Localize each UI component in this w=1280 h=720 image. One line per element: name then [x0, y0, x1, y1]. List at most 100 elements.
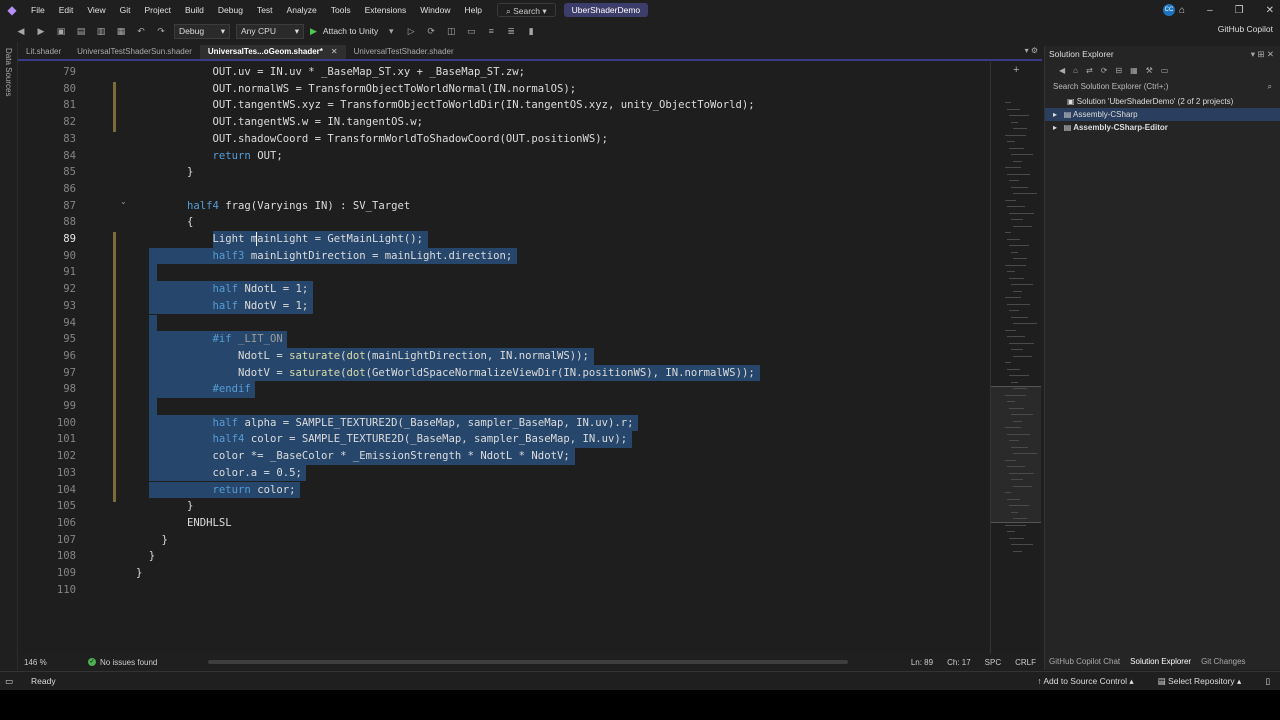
- menu-build[interactable]: Build: [178, 0, 211, 20]
- code-line[interactable]: 90 half3 mainLightDirection = mainLight.…: [18, 248, 988, 265]
- visual-studio-logo-icon[interactable]: ◆: [0, 0, 24, 20]
- code-text[interactable]: #if _LIT_ON: [136, 331, 283, 348]
- expand-icon[interactable]: +: [1013, 64, 1019, 76]
- code-text[interactable]: half4 frag(Varyings IN) : SV_Target: [136, 198, 410, 215]
- code-text[interactable]: OUT.normalWS = TransformObjectToWorldNor…: [136, 81, 577, 98]
- tab-universal-test-shader[interactable]: UniversalTestShader.shader: [346, 45, 462, 59]
- forward-icon[interactable]: ▶: [34, 24, 48, 38]
- select-repository-button[interactable]: ▤ Select Repository ▴: [1158, 676, 1242, 687]
- expand-chevron-icon[interactable]: ▸: [1053, 123, 1059, 132]
- expand-chevron-icon[interactable]: ▸: [1053, 110, 1059, 119]
- code-line[interactable]: 91: [18, 264, 988, 281]
- code-text[interactable]: half NdotL = 1;: [136, 281, 309, 298]
- code-text[interactable]: OUT.tangentWS.xyz = TransformObjectToWor…: [136, 97, 755, 114]
- code-line[interactable]: 79 OUT.uv = IN.uv * _BaseMap_ST.xy + _Ba…: [18, 64, 988, 81]
- collapse-all-icon[interactable]: ⊟: [1115, 66, 1122, 75]
- code-text[interactable]: #endif: [136, 381, 251, 398]
- code-line[interactable]: 107 }: [18, 532, 988, 549]
- user-avatar[interactable]: CC: [1163, 4, 1175, 16]
- menu-git[interactable]: Git: [113, 0, 138, 20]
- code-line[interactable]: 96 NdotL = saturate(dot(mainLightDirecti…: [18, 348, 988, 365]
- solution-search-input[interactable]: Search Solution Explorer (Ctrl+;) ⌕: [1049, 80, 1276, 93]
- properties-icon[interactable]: ⚒: [1146, 66, 1153, 75]
- code-text[interactable]: NdotL = saturate(dot(mainLightDirection,…: [136, 348, 589, 365]
- menu-debug[interactable]: Debug: [211, 0, 250, 20]
- configuration-select[interactable]: Debug ▾: [174, 23, 230, 39]
- code-text[interactable]: return OUT;: [136, 148, 283, 165]
- code-line[interactable]: 100 half alpha = SAMPLE_TEXTURE2D(_BaseM…: [18, 415, 988, 432]
- search-button[interactable]: ⌕ Search ▾: [496, 3, 556, 17]
- code-text[interactable]: OUT.shadowCoord = TransformWorldToShadow…: [136, 131, 608, 148]
- close-icon[interactable]: ✕: [331, 47, 338, 56]
- code-line[interactable]: 106 ENDHLSL: [18, 515, 988, 532]
- code-text[interactable]: Light mainLight = GetMainLight();: [136, 231, 423, 248]
- minimap-scrollbar[interactable]: +: [990, 62, 1041, 654]
- minimize-icon[interactable]: –: [1207, 5, 1213, 16]
- menu-view[interactable]: View: [80, 0, 112, 20]
- menu-project[interactable]: Project: [138, 0, 178, 20]
- add-to-source-control-button[interactable]: ↑ Add to Source Control ▴: [1037, 676, 1133, 687]
- tab-solution-explorer[interactable]: Solution Explorer: [1130, 657, 1191, 666]
- code-text[interactable]: half NdotV = 1;: [136, 298, 309, 315]
- code-line[interactable]: 102 color *= _BaseColor * _EmissionStren…: [18, 448, 988, 465]
- char-number-status[interactable]: Ch: 17: [947, 658, 971, 667]
- bookmark-icon[interactable]: ▮: [524, 24, 538, 38]
- play-icon[interactable]: ▶: [310, 26, 317, 37]
- code-line[interactable]: 105 }: [18, 498, 988, 515]
- platform-select[interactable]: Any CPU ▾: [236, 23, 304, 39]
- tab-github-copilot-chat[interactable]: GitHub Copilot Chat: [1049, 657, 1120, 666]
- hot-reload-icon[interactable]: ⟳: [424, 24, 438, 38]
- tab-universal-test-geom-shader[interactable]: UniversalTes...oGeom.shader* ✕: [199, 45, 346, 59]
- data-sources-tab[interactable]: Data Sources: [4, 48, 13, 96]
- chevron-down-icon[interactable]: ▾: [384, 24, 398, 38]
- code-line[interactable]: 92 half NdotL = 1;: [18, 281, 988, 298]
- tab-universal-test-shader-sun[interactable]: UniversalTestShaderSun.shader: [69, 45, 200, 59]
- project-item-assembly-csharp-editor[interactable]: ▸ ▤ Assembly-CSharp-Editor: [1045, 121, 1280, 134]
- code-text[interactable]: }: [136, 548, 155, 565]
- code-text[interactable]: }: [136, 565, 142, 582]
- code-line[interactable]: 103 color.a = 0.5;: [18, 465, 988, 482]
- menu-help[interactable]: Help: [457, 0, 488, 20]
- horizontal-scrollbar[interactable]: [208, 660, 848, 664]
- code-line[interactable]: 93 half NdotV = 1;: [18, 298, 988, 315]
- layout-icon[interactable]: ▭: [464, 24, 478, 38]
- issues-indicator[interactable]: ✓ No issues found: [88, 658, 157, 667]
- menu-edit[interactable]: Edit: [52, 0, 81, 20]
- code-text[interactable]: return color;: [136, 482, 296, 499]
- menu-analyze[interactable]: Analyze: [280, 0, 324, 20]
- code-text[interactable]: half alpha = SAMPLE_TEXTURE2D(_BaseMap, …: [136, 415, 634, 432]
- open-icon[interactable]: ▤: [74, 24, 88, 38]
- code-text[interactable]: half4 color = SAMPLE_TEXTURE2D(_BaseMap,…: [136, 431, 628, 448]
- code-line[interactable]: 95 #if _LIT_ON: [18, 331, 988, 348]
- close-icon[interactable]: ✕: [1266, 5, 1274, 16]
- save-icon[interactable]: ▥: [94, 24, 108, 38]
- code-text[interactable]: {: [136, 214, 193, 231]
- back-icon[interactable]: ◀: [1059, 66, 1065, 75]
- menu-extensions[interactable]: Extensions: [358, 0, 414, 20]
- code-line[interactable]: 82 OUT.tangentWS.w = IN.tangentOS.w;: [18, 114, 988, 131]
- code-line[interactable]: 88 {: [18, 214, 988, 231]
- code-line[interactable]: 87 half4 frag(Varyings IN) : SV_Target: [18, 198, 988, 215]
- solution-name-badge[interactable]: UberShaderDemo: [563, 3, 649, 17]
- code-line[interactable]: 104 return color;: [18, 482, 988, 499]
- attach-to-unity-button[interactable]: Attach to Unity: [323, 26, 378, 36]
- tab-overflow-controls[interactable]: ▾ ⚙: [1025, 46, 1038, 55]
- performance-icon[interactable]: ◫: [444, 24, 458, 38]
- menu-window[interactable]: Window: [413, 0, 457, 20]
- tab-git-changes[interactable]: Git Changes: [1201, 657, 1245, 666]
- back-icon[interactable]: ◀: [14, 24, 28, 38]
- code-text[interactable]: }: [136, 164, 193, 181]
- restore-icon[interactable]: ❐: [1235, 5, 1244, 16]
- code-text[interactable]: OUT.uv = IN.uv * _BaseMap_ST.xy + _BaseM…: [136, 64, 526, 81]
- refresh-icon[interactable]: ⟳: [1101, 66, 1108, 75]
- code-line[interactable]: 84 return OUT;: [18, 148, 988, 165]
- menu-test[interactable]: Test: [250, 0, 280, 20]
- project-item-assembly-csharp[interactable]: ▸ ▤ Assembly-CSharp: [1045, 108, 1280, 121]
- code-line[interactable]: 83 OUT.shadowCoord = TransformWorldToSha…: [18, 131, 988, 148]
- code-line[interactable]: 110: [18, 582, 988, 599]
- menu-tools[interactable]: Tools: [324, 0, 358, 20]
- solution-root-item[interactable]: ▣ Solution 'UberShaderDemo' (2 of 2 proj…: [1045, 95, 1280, 108]
- code-text[interactable]: }: [136, 532, 168, 549]
- code-line[interactable]: 108 }: [18, 548, 988, 565]
- code-line[interactable]: 97 NdotV = saturate(dot(GetWorldSpaceNor…: [18, 365, 988, 382]
